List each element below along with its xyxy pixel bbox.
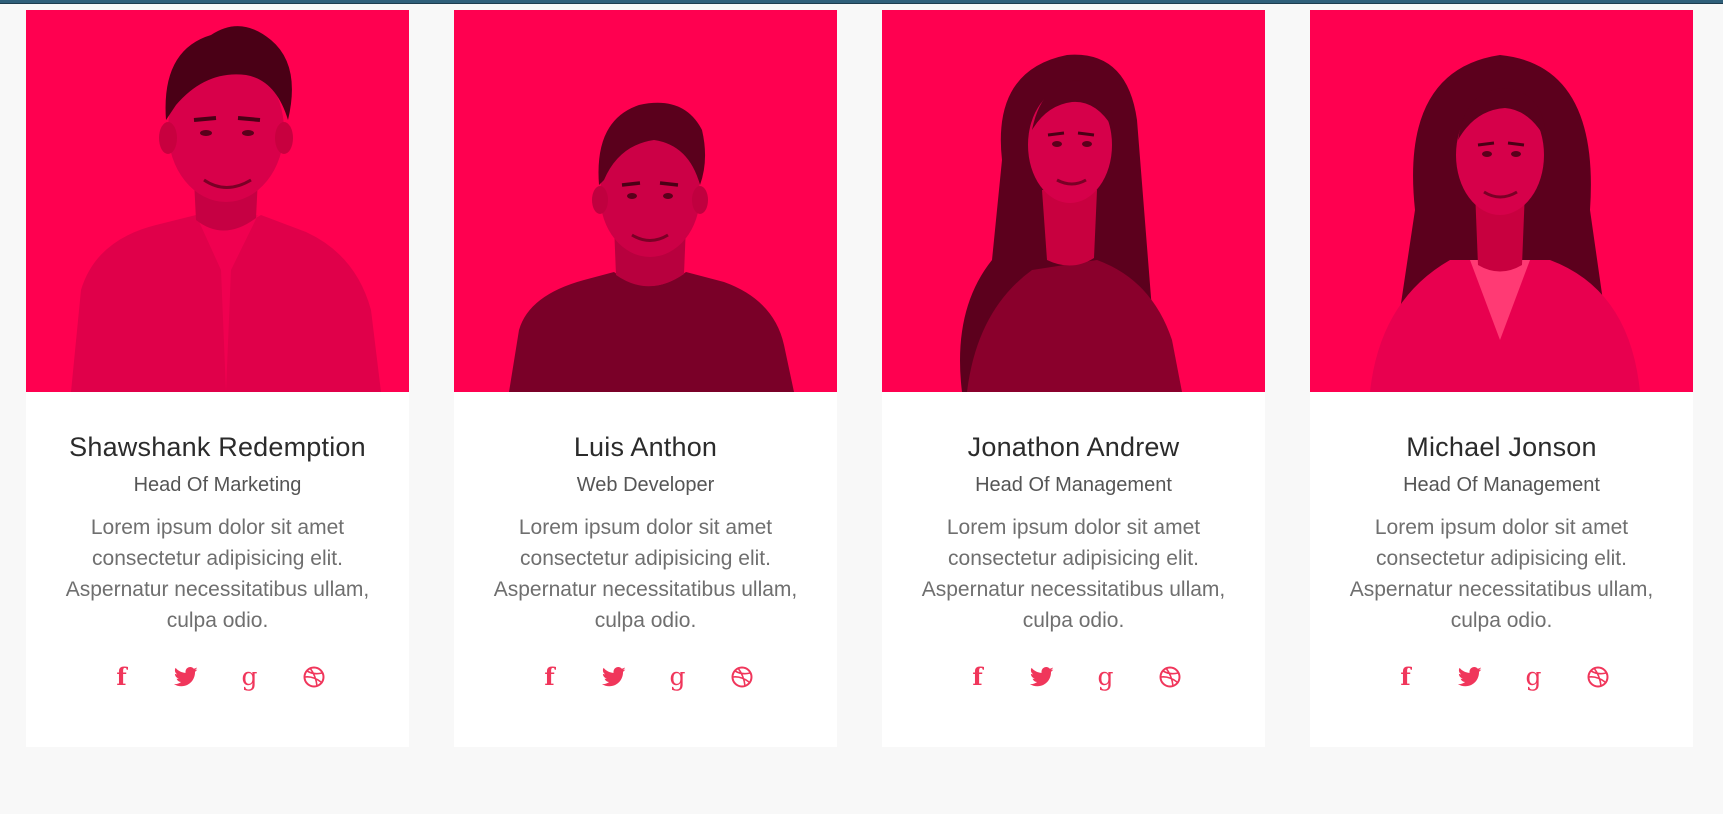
- team-member-name: Luis Anthon: [573, 432, 718, 462]
- twitter-icon[interactable]: [1457, 664, 1482, 690]
- social-links: f g: [482, 664, 809, 692]
- team-member-role: Head Of Management: [1403, 474, 1600, 496]
- team-member-info: Jonathon Andrew Head Of Management Lorem…: [882, 392, 1265, 692]
- team-member-photo: [882, 10, 1265, 392]
- team-member-bio: Lorem ipsum dolor sit amet consectetur a…: [1349, 516, 1654, 632]
- google-plus-icon[interactable]: g: [1522, 664, 1546, 690]
- google-plus-icon[interactable]: g: [1094, 664, 1118, 690]
- team-member-card: Michael Jonson Head Of Management Lorem …: [1310, 10, 1693, 747]
- team-member-photo: [454, 10, 837, 392]
- team-member-role: Head Of Marketing: [133, 474, 302, 496]
- team-member-role: Web Developer: [576, 474, 715, 496]
- team-member-name: Michael Jonson: [1406, 432, 1597, 462]
- team-member-bio: Lorem ipsum dolor sit amet consectetur a…: [921, 516, 1226, 632]
- team-member-photo: [1310, 10, 1693, 392]
- team-member-card: Luis Anthon Web Developer Lorem ipsum do…: [454, 10, 837, 747]
- person-silhouette-image: [454, 10, 837, 392]
- team-member-photo: [26, 10, 409, 392]
- team-section: Shawshank Redemption Head Of Marketing L…: [26, 10, 1693, 747]
- dribbble-icon[interactable]: [302, 664, 326, 690]
- facebook-icon[interactable]: f: [538, 664, 562, 690]
- social-links: f g: [1338, 664, 1665, 692]
- team-member-info: Michael Jonson Head Of Management Lorem …: [1310, 392, 1693, 692]
- team-member-name: Shawshank Redemption: [69, 432, 366, 462]
- dribbble-icon[interactable]: [730, 664, 754, 690]
- team-member-role: Head Of Management: [975, 474, 1172, 496]
- team-member-card: Jonathon Andrew Head Of Management Lorem…: [882, 10, 1265, 747]
- dribbble-icon[interactable]: [1586, 664, 1610, 690]
- team-member-info: Shawshank Redemption Head Of Marketing L…: [26, 392, 409, 692]
- team-member-bio: Lorem ipsum dolor sit amet consectetur a…: [65, 516, 370, 632]
- person-silhouette-image: [882, 10, 1265, 392]
- team-member-info: Luis Anthon Web Developer Lorem ipsum do…: [454, 392, 837, 692]
- social-links: f g: [910, 664, 1237, 692]
- dribbble-icon[interactable]: [1158, 664, 1182, 690]
- person-silhouette-image: [1310, 10, 1693, 392]
- twitter-icon[interactable]: [173, 664, 198, 690]
- social-links: f g: [54, 664, 381, 692]
- top-header-strip: [0, 0, 1723, 4]
- facebook-icon[interactable]: f: [110, 664, 134, 690]
- team-member-name: Jonathon Andrew: [967, 432, 1180, 462]
- facebook-icon[interactable]: f: [1394, 664, 1418, 690]
- person-silhouette-image: [26, 10, 409, 392]
- team-member-card: Shawshank Redemption Head Of Marketing L…: [26, 10, 409, 747]
- twitter-icon[interactable]: [1029, 664, 1054, 690]
- google-plus-icon[interactable]: g: [666, 664, 690, 690]
- google-plus-icon[interactable]: g: [238, 664, 262, 690]
- team-member-bio: Lorem ipsum dolor sit amet consectetur a…: [493, 516, 798, 632]
- facebook-icon[interactable]: f: [966, 664, 990, 690]
- twitter-icon[interactable]: [601, 664, 626, 690]
